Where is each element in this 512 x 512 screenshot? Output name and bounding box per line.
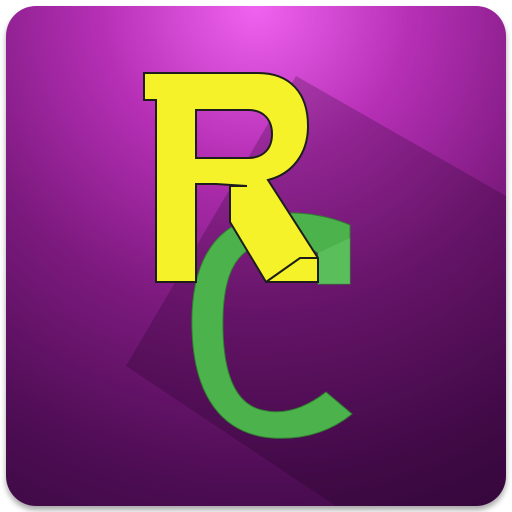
app-icon-canvas	[0, 0, 512, 512]
rc-logo-glyph	[143, 72, 353, 439]
